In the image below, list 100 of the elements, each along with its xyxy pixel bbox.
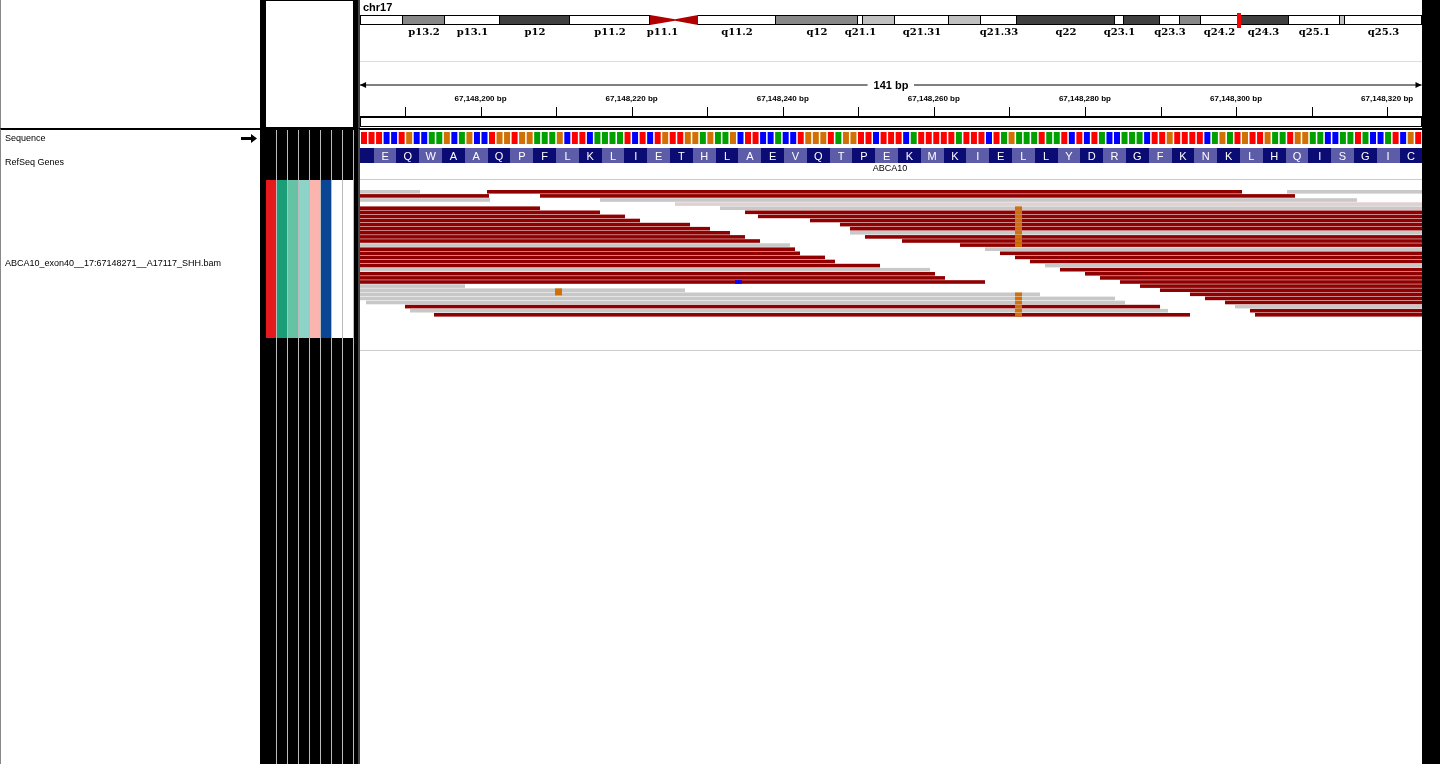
- track-name[interactable]: ABCA10_exon40__17:67148271__A17117_SHH.bam: [5, 258, 221, 268]
- band-label: p13.1: [456, 24, 489, 39]
- amino-acid: K: [943, 148, 967, 163]
- chromosome-band: [500, 15, 570, 25]
- band-label: p13.2: [408, 24, 440, 39]
- band-label: q11.2: [721, 24, 753, 39]
- amino-acid: T: [670, 148, 693, 163]
- amino-acid: T: [829, 148, 853, 163]
- amino-acid: S: [1331, 148, 1354, 163]
- attribute-swatch[interactable]: [332, 180, 342, 338]
- centromere: [675, 15, 698, 25]
- band-label: q24.2: [1203, 24, 1236, 39]
- ruler-tick: [782, 106, 784, 116]
- amino-acid: E: [373, 148, 397, 163]
- band-label: p12: [524, 24, 546, 39]
- attribute-swatch[interactable]: [321, 180, 331, 338]
- amino-acid: Y: [1057, 148, 1081, 163]
- amino-acid: Q: [806, 148, 830, 163]
- position-label: 67,148,240 bp: [756, 94, 809, 104]
- band-label: q25.1: [1298, 24, 1331, 39]
- amino-acid: Q: [487, 148, 511, 163]
- band-label: p11.2: [594, 24, 626, 39]
- attribute-swatch[interactable]: [343, 180, 353, 338]
- amino-acid: K: [1217, 148, 1240, 163]
- amino-acid: G: [1125, 148, 1149, 163]
- ruler-tick: [405, 106, 406, 116]
- ruler-tick: [1387, 106, 1389, 116]
- band-label: q22: [1055, 24, 1077, 39]
- amino-acid: E: [875, 148, 898, 163]
- amino-acid: E: [647, 148, 671, 163]
- right-arrow-icon[interactable]: [241, 133, 257, 143]
- amino-acid: I: [624, 148, 648, 163]
- band-label: q21.31: [902, 24, 942, 39]
- amino-acid: L: [1034, 148, 1058, 163]
- position-label: 67,148,260 bp: [907, 94, 960, 104]
- amino-acid: D: [1080, 148, 1104, 163]
- amino-acid: I: [966, 148, 990, 163]
- chromosome-band: [445, 15, 500, 25]
- centromere: [650, 15, 675, 25]
- position-label: 67,148,280 bp: [1058, 94, 1111, 104]
- band-label: q23.3: [1154, 24, 1186, 39]
- amino-acid: P: [852, 148, 876, 163]
- amino-acid: P: [510, 148, 534, 163]
- amino-acid: H: [1262, 148, 1286, 163]
- chromosome-name: chr17: [362, 0, 394, 15]
- amino-acid: I: [1376, 148, 1400, 163]
- band-label: q21.33: [979, 24, 1019, 39]
- span-length: 141 bp: [872, 78, 910, 91]
- amino-acid: A: [464, 148, 488, 163]
- amino-acid: Q: [396, 148, 420, 163]
- ruler-tick: [707, 106, 709, 116]
- position-label: 67,148,220 bp: [605, 94, 658, 104]
- attribute-swatch[interactable]: [266, 180, 276, 338]
- attribute-swatch[interactable]: [299, 180, 309, 338]
- attribute-swatch[interactable]: [277, 180, 287, 338]
- position-label: 67,148,300 bp: [1210, 94, 1263, 104]
- amino-acid: K: [578, 148, 602, 163]
- amino-acid: G: [1353, 148, 1377, 163]
- ruler-tick: [556, 106, 558, 116]
- amino-acid: K: [1171, 148, 1195, 163]
- position-label: 67,148,200 bp: [454, 94, 507, 104]
- amino-acid: W: [419, 148, 443, 163]
- amino-acid: L: [715, 148, 739, 163]
- amino-acid: C: [1399, 148, 1423, 163]
- amino-acid: L: [1012, 148, 1035, 163]
- amino-acid: L: [556, 148, 579, 163]
- current-region-marker: [1237, 13, 1241, 28]
- amino-acid: I: [1308, 148, 1332, 163]
- amino-acid: L: [601, 148, 625, 163]
- amino-acid: N: [1194, 148, 1218, 163]
- band-label: q12: [806, 24, 828, 39]
- ruler-tick: [480, 106, 482, 116]
- band-label: q25.3: [1367, 24, 1400, 39]
- amino-acid: M: [920, 148, 944, 163]
- track-name[interactable]: RefSeq Genes: [5, 157, 65, 167]
- attribute-swatch[interactable]: [288, 180, 298, 338]
- amino-acid: E: [989, 148, 1012, 163]
- amino-acid: L: [1239, 148, 1263, 163]
- amino-acid: R: [1103, 148, 1126, 163]
- band-label: q24.3: [1247, 24, 1280, 39]
- amino-acid: E: [761, 148, 784, 163]
- amino-acid: V: [784, 148, 807, 163]
- amino-acid: F: [1148, 148, 1172, 163]
- amino-acid: A: [738, 148, 762, 163]
- band-label: q21.1: [844, 24, 877, 39]
- track-name[interactable]: Sequence: [5, 133, 46, 143]
- amino-acid: A: [442, 148, 465, 163]
- chromosome-band: [1238, 15, 1289, 25]
- amino-acid: H: [692, 148, 716, 163]
- gene-name: ABCA10: [872, 163, 908, 174]
- ruler-tick: [858, 106, 860, 116]
- attribute-swatch[interactable]: [310, 180, 320, 338]
- band-label: q23.1: [1103, 24, 1136, 39]
- ruler-tick: [1160, 106, 1162, 116]
- ruler-tick: [1236, 106, 1238, 116]
- ruler-tick: [1009, 106, 1011, 116]
- ruler-tick: [933, 106, 935, 116]
- ruler-tick: [1311, 106, 1313, 116]
- band-label: p11.1: [646, 24, 679, 39]
- position-label: 67,148,320 bp: [1361, 94, 1414, 104]
